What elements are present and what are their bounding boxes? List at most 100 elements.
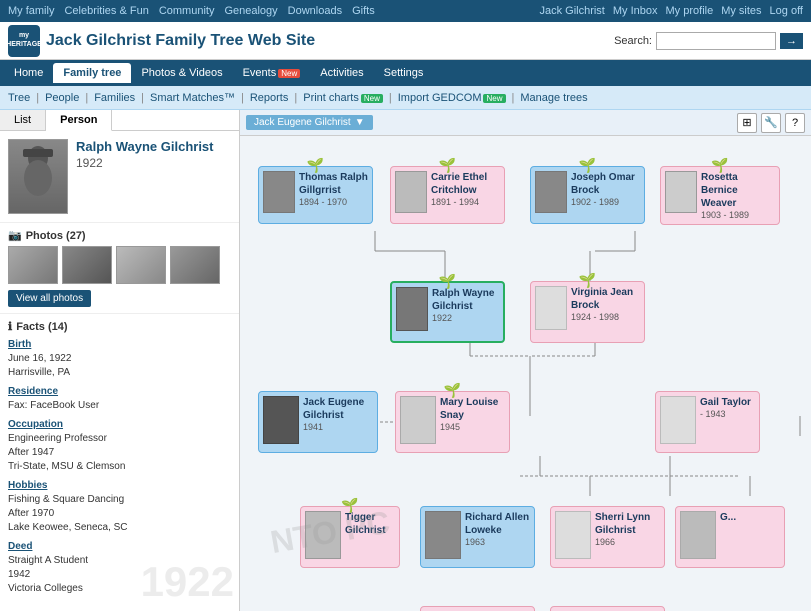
name-virginia: Virginia Jean Brock xyxy=(571,286,640,312)
name-thomas: Thomas Ralph Gillgrrist xyxy=(299,171,368,197)
top-nav-right-links: Jack Gilchrist My Inbox My profile My si… xyxy=(539,5,803,17)
content-area: List Person Ralph Wayne Gilchrist 1922 📷… xyxy=(0,110,811,611)
card-rachel[interactable]: Rachel Erin Loweke 1996 xyxy=(420,606,535,611)
leaf-joseph: 🌱 xyxy=(579,157,596,174)
card-partial[interactable]: G... xyxy=(675,506,785,568)
fact-birth-label[interactable]: Birth xyxy=(8,339,231,350)
info-tigger: Tigger Gilchrist xyxy=(345,511,395,537)
fact-hobbies-detail: Fishing & Square Dancing After 1970 Lake… xyxy=(8,493,231,535)
breadcrumb-button[interactable]: Jack Eugene Gilchrist ▼ xyxy=(246,115,373,130)
card-gail[interactable]: Gail Taylor - 1943 xyxy=(655,391,760,453)
nav-genealogy[interactable]: Genealogy xyxy=(224,5,277,17)
subnav-importgedcom[interactable]: Import GEDCOMNew xyxy=(398,92,506,104)
photo-rosetta xyxy=(665,171,697,213)
info-jack: Jack Eugene Gilchrist 1941 xyxy=(303,396,373,432)
photos-section: 📷 Photos (27) View all photos xyxy=(0,222,239,313)
nav-downloads[interactable]: Downloads xyxy=(288,5,342,17)
fact-occupation-label[interactable]: Occupation xyxy=(8,419,231,430)
nav-mysites[interactable]: My sites xyxy=(721,5,761,17)
logo-text: myHERITAGE xyxy=(6,32,42,49)
card-rosetta[interactable]: 🌱 Rosetta Bernice Weaver 1903 - 1989 xyxy=(660,166,780,225)
search-label: Search: xyxy=(614,35,652,47)
nav-myfamily[interactable]: My family xyxy=(8,5,54,17)
fact-occupation-detail: Engineering Professor After 1947 Tri-Sta… xyxy=(8,432,231,474)
leaf-thomas: 🌱 xyxy=(307,157,324,174)
leaf-ralph: 🌱 xyxy=(439,273,456,290)
tab-photos[interactable]: Photos & Videos xyxy=(131,63,232,83)
info-carrie: Carrie Ethel Critchlow 1891 - 1994 xyxy=(431,171,500,207)
name-richard: Richard Allen Loweke xyxy=(465,511,530,537)
logo-area: myHERITAGE Jack Gilchrist Family Tree We… xyxy=(8,25,315,57)
card-joseph[interactable]: 🌱 Joseph Omar Brock 1902 - 1989 xyxy=(530,166,645,224)
name-gail: Gail Taylor xyxy=(700,396,751,409)
photo-richard xyxy=(425,511,461,559)
fact-hobbies-label[interactable]: Hobbies xyxy=(8,480,231,491)
subnav-smartmatches[interactable]: Smart Matches™ xyxy=(150,92,235,104)
card-ralph[interactable]: 🌱 Ralph Wayne Gilchrist 1922 xyxy=(390,281,505,343)
person-tabs: List Person xyxy=(0,110,239,131)
years-sherri: 1966 xyxy=(595,537,660,547)
tab-settings[interactable]: Settings xyxy=(374,63,434,83)
card-tigger[interactable]: 🌱 Tigger Gilchrist xyxy=(300,506,400,568)
nav-profile[interactable]: My profile xyxy=(666,5,714,17)
info-joseph: Joseph Omar Brock 1902 - 1989 xyxy=(571,171,640,207)
fact-deed-label[interactable]: Deed xyxy=(8,541,231,552)
years-jack: 1941 xyxy=(303,422,373,432)
card-sarah[interactable]: Sarah Jean Loweke xyxy=(550,606,665,611)
nav-community[interactable]: Community xyxy=(159,5,215,17)
photo-ralph xyxy=(396,287,428,331)
info-rosetta: Rosetta Bernice Weaver 1903 - 1989 xyxy=(701,171,775,220)
subnav-printcharts[interactable]: Print chartsNew xyxy=(303,92,383,104)
info-partial: G... xyxy=(720,511,736,524)
tab-events[interactable]: EventsNew xyxy=(233,63,311,83)
photo-tigger xyxy=(305,511,341,559)
nav-gifts[interactable]: Gifts xyxy=(352,5,375,17)
main-nav: Home Family tree Photos & Videos EventsN… xyxy=(0,60,811,86)
card-thomas[interactable]: 🌱 Thomas Ralph Gillgrrist 1894 - 1970 xyxy=(258,166,373,224)
subnav-people[interactable]: People xyxy=(45,92,79,104)
search-input[interactable] xyxy=(656,32,776,50)
top-nav-left-links: My family Celebrities & Fun Community Ge… xyxy=(8,5,375,17)
leaf-carrie: 🌱 xyxy=(439,157,456,174)
settings-button[interactable]: 🔧 xyxy=(761,113,781,133)
tab-activities[interactable]: Activities xyxy=(310,63,373,83)
nav-logoff[interactable]: Log off xyxy=(770,5,803,17)
card-richard[interactable]: Richard Allen Loweke 1963 xyxy=(420,506,535,568)
card-mary[interactable]: 🌱 Mary Louise Snay 1945 xyxy=(395,391,510,453)
leaf-mary: 🌱 xyxy=(444,382,461,399)
photo-thumb-2[interactable] xyxy=(62,246,112,284)
fact-residence-label[interactable]: Residence xyxy=(8,386,231,397)
help-button[interactable]: ? xyxy=(785,113,805,133)
left-panel: List Person Ralph Wayne Gilchrist 1922 📷… xyxy=(0,110,240,611)
tab-list[interactable]: List xyxy=(0,110,46,130)
breadcrumb-label: Jack Eugene Gilchrist xyxy=(254,117,351,128)
tab-person[interactable]: Person xyxy=(46,110,112,131)
nav-inbox[interactable]: My Inbox xyxy=(613,5,658,17)
name-sherri: Sherri Lynn Gilchrist xyxy=(595,511,660,537)
photo-thumb-3[interactable] xyxy=(116,246,166,284)
tab-familytree[interactable]: Family tree xyxy=(53,63,131,83)
subnav-reports[interactable]: Reports xyxy=(250,92,289,104)
facts-section: ℹ Facts (14) Birth June 16, 1922 Harrisv… xyxy=(0,313,239,611)
nav-user[interactable]: Jack Gilchrist xyxy=(539,5,604,17)
photo-thumb-4[interactable] xyxy=(170,246,220,284)
view-all-photos-button[interactable]: View all photos xyxy=(8,290,91,307)
info-ralph: Ralph Wayne Gilchrist 1922 xyxy=(432,287,499,323)
years-richard: 1963 xyxy=(465,537,530,547)
subnav-tree[interactable]: Tree xyxy=(8,92,30,104)
nav-celebrities[interactable]: Celebrities & Fun xyxy=(64,5,148,17)
chevron-down-icon: ▼ xyxy=(355,117,365,128)
card-virginia[interactable]: 🌱 Virginia Jean Brock 1924 - 1998 xyxy=(530,281,645,343)
photo-partial xyxy=(680,511,716,559)
grid-view-button[interactable]: ⊞ xyxy=(737,113,757,133)
subnav-families[interactable]: Families xyxy=(94,92,135,104)
search-button[interactable]: → xyxy=(780,33,803,49)
card-sherri[interactable]: Sherri Lynn Gilchrist 1966 xyxy=(550,506,665,568)
fact-birth-detail: June 16, 1922 Harrisville, PA xyxy=(8,352,231,380)
card-jack[interactable]: Jack Eugene Gilchrist 1941 xyxy=(258,391,378,453)
photo-thumb-1[interactable] xyxy=(8,246,58,284)
importgedcom-badge: New xyxy=(483,94,505,103)
subnav-managetrees[interactable]: Manage trees xyxy=(520,92,587,104)
card-carrie[interactable]: 🌱 Carrie Ethel Critchlow 1891 - 1994 xyxy=(390,166,505,224)
tab-home[interactable]: Home xyxy=(4,63,53,83)
